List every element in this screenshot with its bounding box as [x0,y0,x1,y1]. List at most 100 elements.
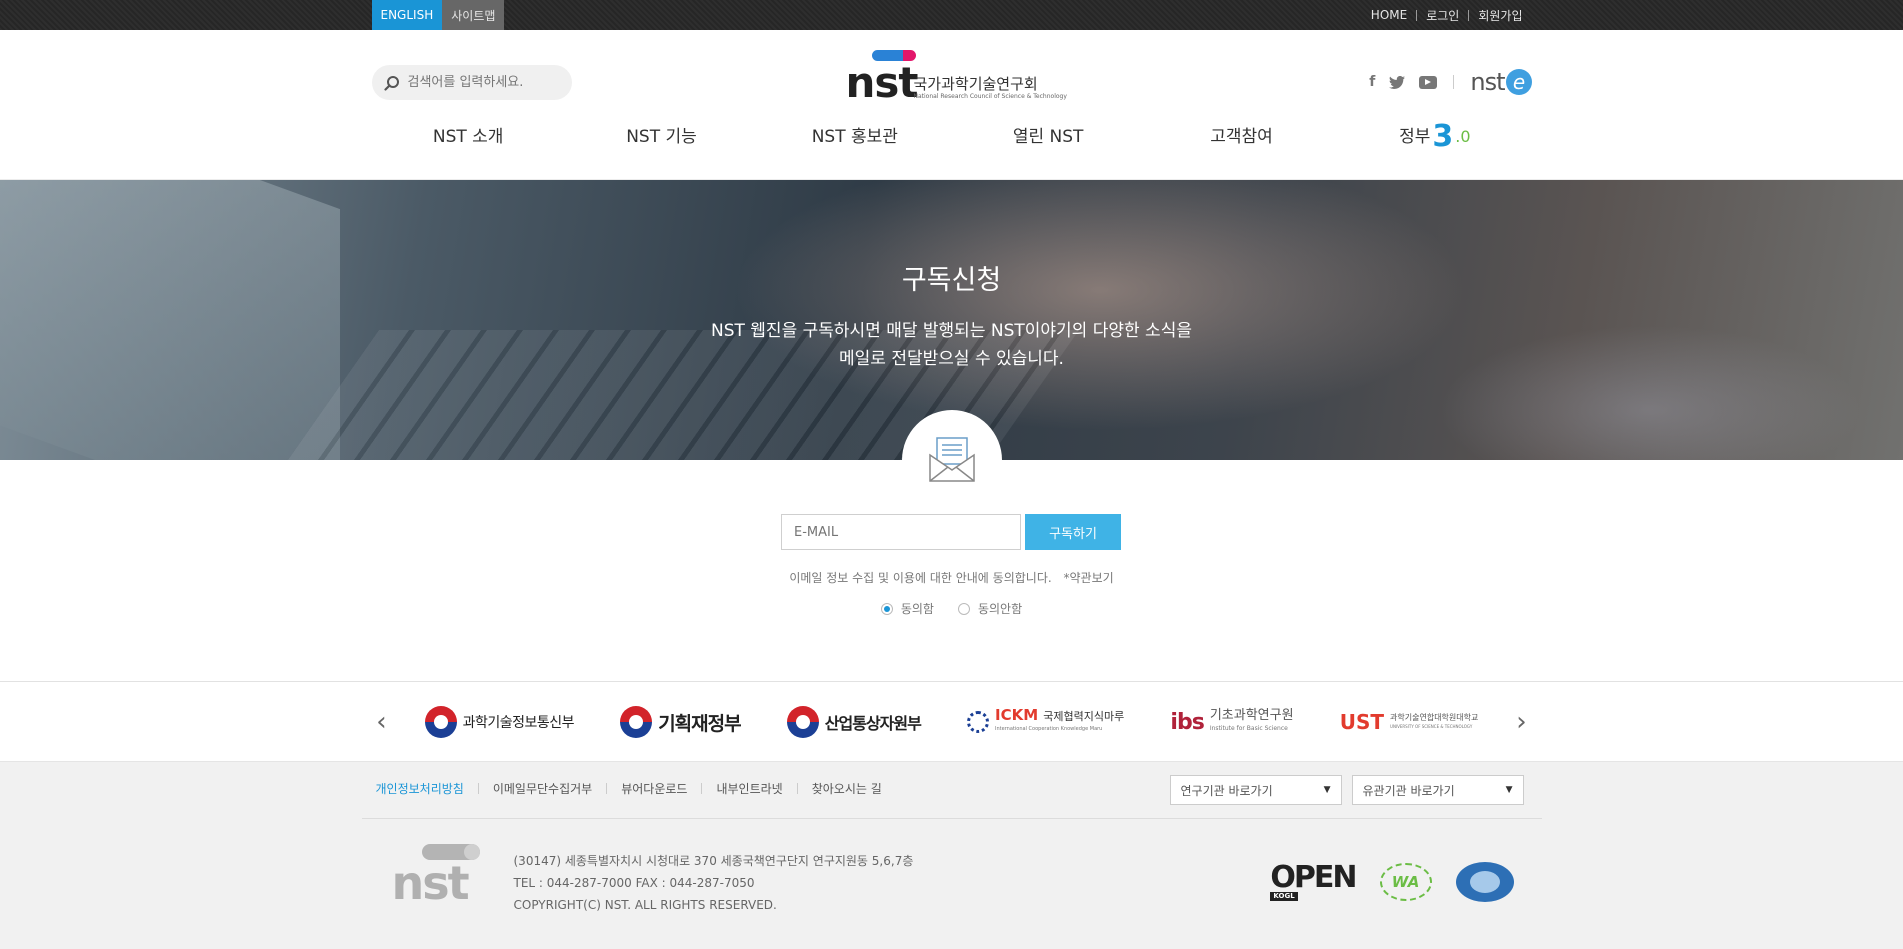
kogl-sub-text: KOGL [1270,891,1298,901]
subscribe-button[interactable]: 구독하기 [1025,514,1121,550]
footer-link-email-refusal[interactable]: 이메일무단수집거부 [493,780,592,797]
radio-disagree-indicator[interactable] [957,602,970,615]
logo-wordmark: nst [845,58,919,107]
certification-badges: OPEN KOGL WA [1270,862,1514,902]
partner-motie-name: 산업통상자원부 [824,714,922,733]
partner-ust-name: 과학기술연합대학원대학교 [1390,713,1479,722]
radio-disagree-label: 동의안함 [977,602,1023,616]
mail-icon-circle [902,410,1002,510]
hero-description-line1: NST 웹진을 구독하시면 매달 발행되는 NST이야기의 다양한 소식을 [711,321,1192,341]
divider [796,783,798,794]
page-title: 구독신청 [901,265,1002,296]
footer-logo: nst [392,844,482,914]
radio-agree-label: 동의함 [900,602,934,616]
gov30-number: 3 [1432,119,1454,154]
partner-ibs-sub: Institute for Basic Science [1209,725,1288,732]
certification-badge-icon[interactable] [1455,862,1514,902]
partner-prev-button[interactable]: ‹ [372,707,392,737]
taegeuk-emblem-icon [620,706,653,738]
terms-link[interactable]: *약관보기 [1064,571,1114,585]
footer-link-privacy[interactable]: 개인정보처리방침 [376,780,464,797]
hero-description-line2: 메일로 전달받으실 수 있습니다. [839,349,1064,369]
language-links: ENGLISH 사이트맵 [371,0,505,30]
partner-ickm-name: 국제협력지식마루 [1043,710,1125,723]
divider [606,783,608,794]
partner-ust[interactable]: UST 과학기술연합대학원대학교 UNIVERSITY OF SCIENCE &… [1340,710,1479,734]
nav-item-about[interactable]: NST 소개 [372,122,565,152]
research-institute-select[interactable]: 연구기관 바로가기 ▼ [1169,775,1342,805]
login-link[interactable]: 로그인 [1417,7,1468,24]
home-link[interactable]: HOME [1362,8,1416,22]
search-input[interactable] [407,75,558,90]
site-footer: 개인정보처리방침 이메일무단수집거부 뷰어다운로드 내부인트라넷 찾아오시는 길… [0,762,1903,949]
partner-ust-brand: UST [1339,710,1385,734]
nst-e-badge-icon: e [1505,69,1532,95]
partner-ibs[interactable]: ibs 기초과학연구원 Institute for Basic Science [1170,709,1293,735]
agreement-notice: 이메일 정보 수집 및 이용에 대한 안내에 동의합니다. *약관보기 [0,569,1903,586]
footer-link-directions[interactable]: 찾아오시는 길 [812,780,882,797]
partner-msit[interactable]: 과학기술정보통신부 [424,706,575,738]
taegeuk-emblem-icon [424,706,457,738]
footer-tel: TEL : 044-287-7000 FAX : 044-287-7050 [513,876,755,890]
radio-agree[interactable]: 동의함 [880,600,934,617]
search-box [371,65,572,100]
gov30-link[interactable]: 정부 3 .0 [1338,122,1531,152]
utility-links: HOME 로그인 회원가입 [1362,0,1532,30]
globe-icon [967,711,990,733]
partner-ickm-sub: International Cooperation Knowledge Maru [995,726,1103,732]
partner-motie[interactable]: 산업통상자원부 [786,706,922,738]
footer-logo-wordmark: nst [391,856,470,910]
youtube-icon[interactable] [1419,75,1438,89]
web-accessibility-text: WA [1391,873,1420,891]
sitemap-link[interactable]: 사이트맵 [442,0,505,30]
caret-down-icon: ▼ [1323,785,1331,795]
web-accessibility-badge[interactable]: WA [1379,863,1432,901]
logo-korean-name: 국가과학기술연구회 [913,75,1038,93]
footer-link-intranet[interactable]: 내부인트라넷 [716,780,782,797]
nav-item-open-nst[interactable]: 열린 NST [951,122,1144,152]
nav-item-pr[interactable]: NST 홍보관 [758,122,951,152]
footer-link-viewer[interactable]: 뷰어다운로드 [621,780,687,797]
footer-selects: 연구기관 바로가기 ▼ 유관기관 바로가기 ▼ [1169,775,1524,805]
research-institute-select-value: 연구기관 바로가기 [1180,783,1273,798]
gov30-label: 정부 [1399,127,1431,147]
email-field[interactable] [781,514,1021,550]
facebook-icon[interactable]: f [1369,74,1375,90]
divider [1453,75,1455,89]
taegeuk-emblem-icon [786,706,819,738]
subscribe-form: 구독하기 [781,514,1121,550]
footer-address: (30147) 세종특별자치시 시청대로 370 세종국책연구단지 연구지원동 … [513,854,914,868]
partner-ickm[interactable]: ICKM 국제협력지식마루 International Cooperation … [967,708,1124,736]
partner-ickm-brand: ICKM [995,706,1039,724]
related-institute-select-value: 유관기관 바로가기 [1362,783,1455,798]
nav-item-participation[interactable]: 고객참여 [1145,122,1338,152]
main-navigation: NST 소개 NST 기능 NST 홍보관 열린 NST 고객참여 정부 3 .… [372,122,1532,152]
social-links: f nst e [1369,68,1532,96]
nst-e-text: nst [1470,68,1505,96]
join-link[interactable]: 회원가입 [1469,7,1531,24]
subscribe-section: 구독하기 이메일 정보 수집 및 이용에 대한 안내에 동의합니다. *약관보기… [0,410,1903,682]
search-icon[interactable] [383,75,400,91]
nst-e-link[interactable]: nst e [1470,68,1532,96]
partner-ust-sub: UNIVERSITY OF SCIENCE & TECHNOLOGY [1390,724,1473,729]
nst-logo[interactable]: nst 국가과학기술연구회 National Research Council … [845,50,1067,110]
partner-next-button[interactable]: › [1512,707,1532,737]
radio-agree-indicator[interactable] [880,602,893,615]
radio-disagree[interactable]: 동의안함 [957,600,1023,617]
english-link[interactable]: ENGLISH [371,0,443,30]
agreement-radio-group: 동의함 동의안함 [0,600,1903,617]
nav-item-functions[interactable]: NST 기능 [565,122,758,152]
kogl-open-badge[interactable]: OPEN KOGL [1270,862,1358,901]
twitter-icon[interactable] [1389,75,1406,89]
partner-moef-name: 기획재정부 [658,712,741,735]
divider [701,783,703,794]
related-institute-select[interactable]: 유관기관 바로가기 ▼ [1351,775,1524,805]
partner-msit-name: 과학기술정보통신부 [462,715,575,731]
top-utility-bar: ENGLISH 사이트맵 HOME 로그인 회원가입 [0,0,1903,30]
partner-moef[interactable]: 기획재정부 [620,706,742,738]
hero-text: 구독신청 NST 웹진을 구독하시면 매달 발행되는 NST이야기의 다양한 소… [0,258,1903,373]
partner-banner: ‹ 과학기술정보통신부 기획재정부 산업통상자원부 ICKM 국제협력지식마루 [0,682,1903,762]
footer-divider [361,818,1542,819]
footer-links: 개인정보처리방침 이메일무단수집거부 뷰어다운로드 내부인트라넷 찾아오시는 길 [376,780,882,797]
partner-ibs-brand: ibs [1170,709,1204,735]
